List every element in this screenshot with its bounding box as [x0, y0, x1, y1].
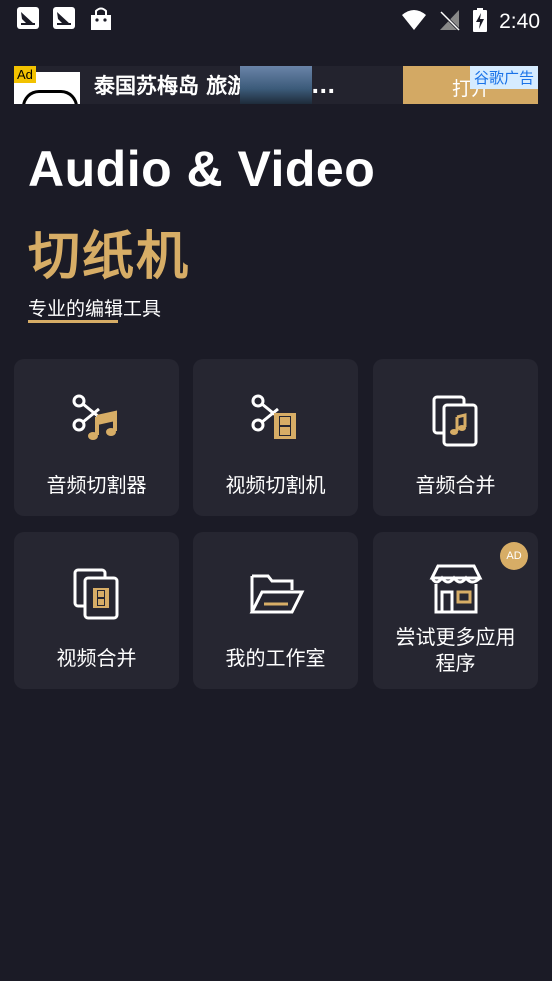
store-icon [429, 564, 482, 614]
battery-charging-icon [473, 8, 488, 36]
status-bar: 2:40 [0, 0, 552, 40]
clock: 2:40 [499, 10, 540, 33]
wifi-icon [401, 9, 427, 35]
subtitle-underline [28, 320, 118, 323]
tile-label: 尝试更多应用程序 [395, 625, 516, 675]
shopping-bag-icon [88, 6, 114, 36]
ad-badge: AD [500, 542, 528, 570]
video-merge-icon [73, 568, 118, 620]
my-studio-tile[interactable]: 我的工作室 [193, 532, 358, 689]
scissors-film-icon [251, 394, 296, 439]
audio-merge-icon [432, 395, 477, 447]
app-title-en: Audio & Video [28, 141, 376, 197]
ad-banner[interactable]: Ad 泰国苏梅岛 旅游住宿省... 打开 谷歌广告 [14, 66, 538, 104]
audio-merge-tile[interactable]: 音频合并 [373, 359, 538, 516]
ad-provider-label: 谷歌广告 [469, 66, 538, 89]
video-cutter-tile[interactable]: 视频切割机 [193, 359, 358, 516]
tile-label: 音频切割器 [46, 473, 147, 497]
audio-cutter-tile[interactable]: 音频切割器 [14, 359, 179, 516]
app-title-cn: 切纸机 [28, 227, 191, 287]
notification-bird-icon [52, 6, 76, 36]
tile-label: 音频合并 [415, 473, 496, 497]
ad-photo [240, 66, 312, 104]
notification-bird-icon [16, 6, 40, 36]
video-merge-tile[interactable]: 视频合并 [14, 532, 179, 689]
tile-label: 视频合并 [56, 646, 137, 670]
ad-tag: Ad [14, 66, 36, 83]
more-apps-tile[interactable]: AD 尝试更多应用程序 [373, 532, 538, 689]
tile-label: 视频切割机 [225, 473, 326, 497]
tile-label: 我的工作室 [225, 646, 326, 670]
signal-off-icon [439, 9, 461, 35]
folder-open-icon [249, 574, 304, 614]
app-subtitle: 专业的编辑工具 [28, 298, 162, 320]
scissors-music-icon [72, 394, 117, 440]
